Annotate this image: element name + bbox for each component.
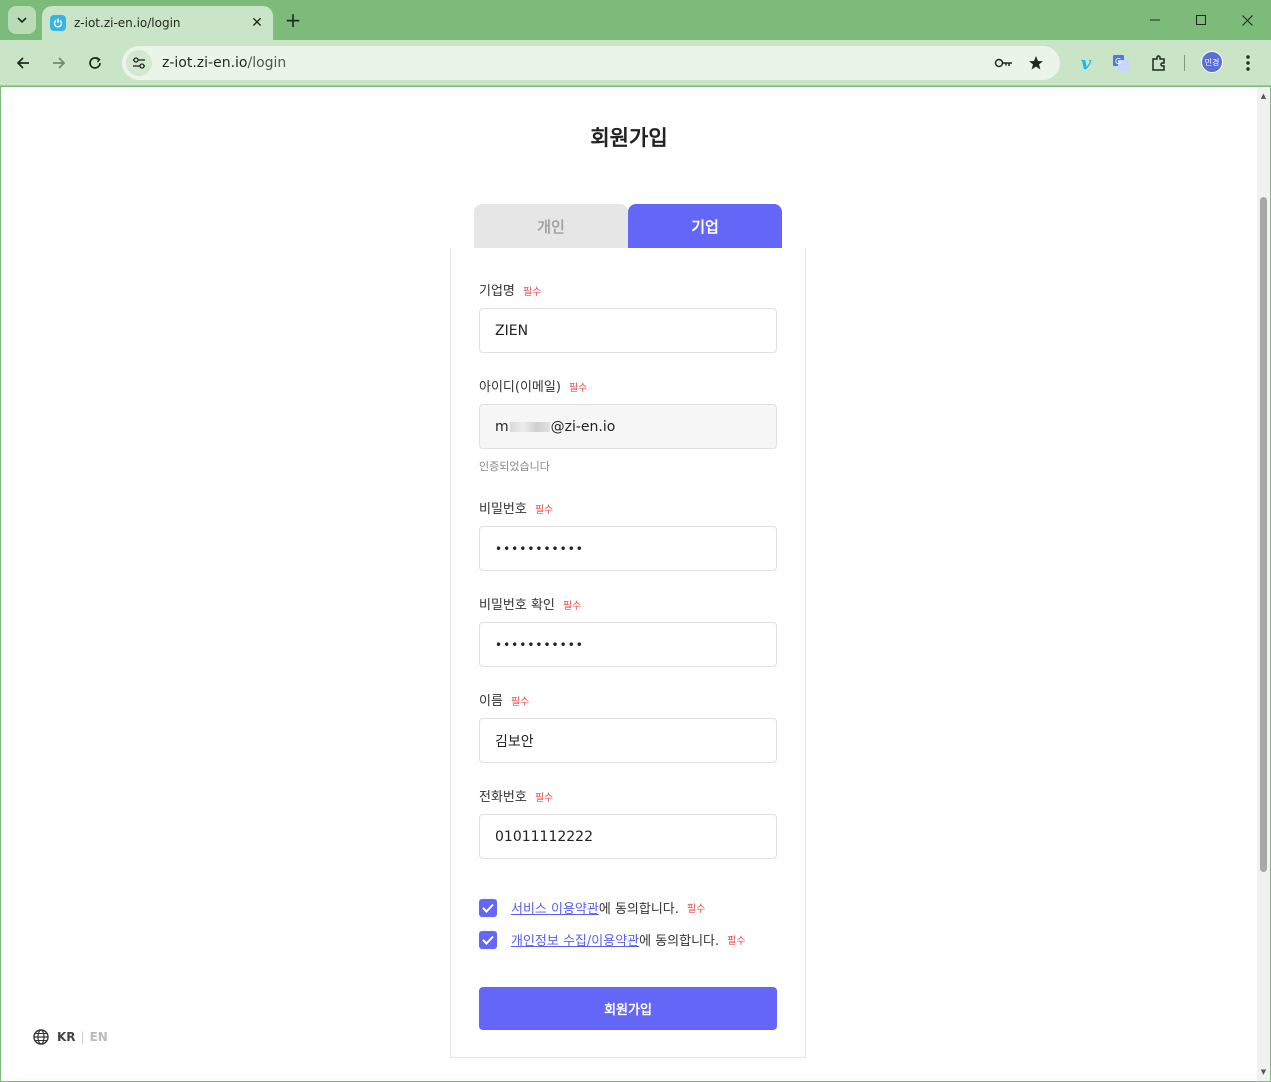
translate-extension-icon[interactable]: G [1107, 49, 1135, 77]
email-input[interactable]: m @zi-en.io [479, 404, 777, 449]
window-close-icon[interactable] [1233, 6, 1261, 34]
required-badge: 필수 [568, 383, 588, 394]
forward-icon[interactable] [45, 49, 73, 77]
minimize-icon[interactable] [1141, 6, 1169, 34]
phone-input[interactable]: 01011112222 [479, 814, 777, 859]
language-en[interactable]: EN [90, 1030, 108, 1044]
signup-submit-button[interactable]: 회원가입 [479, 987, 777, 1030]
terms-link[interactable]: 서비스 이용약관 [511, 898, 599, 917]
tab-company[interactable]: 기업 [628, 204, 782, 248]
toolbar-separator [1184, 55, 1185, 71]
required-badge: 필수 [727, 936, 746, 947]
required-badge: 필수 [510, 697, 530, 708]
page-content: 회원가입 개인 기업 기업명 필수 ZIEN 아이디(이메일) 필수 m @zi-en… [1, 87, 1257, 1081]
privacy-checkbox[interactable] [479, 930, 497, 949]
tab-title: z-iot.zi-en.io/login [74, 16, 181, 30]
password-input[interactable]: ••••••••••• [479, 526, 777, 571]
url-text: z-iot.zi-en.io/login [162, 55, 287, 71]
name-label: 이름 필수 [479, 694, 530, 709]
more-menu-icon[interactable] [1234, 49, 1262, 77]
password-key-icon[interactable] [990, 49, 1018, 77]
password-confirm-input[interactable]: ••••••••••• [479, 622, 777, 667]
company-name-label: 기업명 필수 [479, 284, 542, 299]
agreement-privacy-row: 개인정보 수집/이용약관 에 동의합니다. 필수 [479, 930, 746, 949]
required-badge: 필수 [534, 793, 554, 804]
maximize-icon[interactable] [1187, 6, 1215, 34]
scroll-thumb[interactable] [1260, 197, 1267, 872]
page-scrollbar[interactable]: ▲ ▼ [1257, 87, 1270, 1081]
page-title: 회원가입 [590, 126, 668, 150]
extensions-puzzle-icon[interactable] [1145, 49, 1173, 77]
required-badge: 필수 [534, 505, 554, 516]
agreement-terms-row: 서비스 이용약관 에 동의합니다. 필수 [479, 898, 705, 917]
new-tab-button[interactable]: + [282, 8, 304, 32]
browser-toolbar: z-iot.zi-en.io/login v G 민경 [0, 40, 1271, 86]
tab-search-button[interactable] [8, 6, 36, 34]
terms-checkbox[interactable] [479, 898, 497, 917]
language-switcher: KR | EN [33, 1029, 108, 1045]
check-icon [482, 935, 494, 945]
privacy-link[interactable]: 개인정보 수집/이용약관 [511, 930, 639, 949]
required-badge: 필수 [562, 601, 582, 612]
reload-icon[interactable] [81, 49, 109, 77]
language-kr[interactable]: KR [57, 1030, 76, 1044]
name-input[interactable]: 김보안 [479, 718, 777, 763]
required-badge: 필수 [522, 287, 542, 298]
required-badge: 필수 [686, 904, 706, 915]
vimeo-extension-icon[interactable]: v [1072, 49, 1100, 77]
language-separator: | [80, 1030, 85, 1044]
email-verified-hint: 인증되었습니다 [479, 460, 550, 473]
scroll-down-icon[interactable]: ▼ [1259, 1067, 1268, 1076]
chevron-down-icon [17, 17, 27, 24]
redacted-blur [509, 421, 550, 432]
password-confirm-label: 비밀번호 확인 필수 [479, 598, 582, 613]
globe-icon [33, 1029, 49, 1045]
tab-strip: z-iot.zi-en.io/login ✕ + [0, 0, 1271, 40]
power-icon [50, 15, 66, 31]
browser-tab[interactable]: z-iot.zi-en.io/login ✕ [42, 6, 273, 40]
site-settings-icon[interactable] [126, 50, 152, 76]
svg-text:G: G [1115, 57, 1121, 66]
back-icon[interactable] [9, 49, 37, 77]
scroll-up-icon[interactable]: ▲ [1259, 91, 1268, 100]
password-label: 비밀번호 필수 [479, 502, 554, 517]
address-bar[interactable]: z-iot.zi-en.io/login [122, 46, 1060, 80]
bookmark-star-icon[interactable] [1022, 49, 1050, 77]
company-name-input[interactable]: ZIEN [479, 308, 777, 353]
close-icon[interactable]: ✕ [247, 13, 267, 33]
email-label: 아이디(이메일) 필수 [479, 380, 588, 395]
tab-personal[interactable]: 개인 [474, 204, 628, 248]
phone-label: 전화번호 필수 [479, 790, 554, 805]
profile-avatar[interactable]: 민경 [1201, 51, 1223, 73]
check-icon [482, 903, 494, 913]
